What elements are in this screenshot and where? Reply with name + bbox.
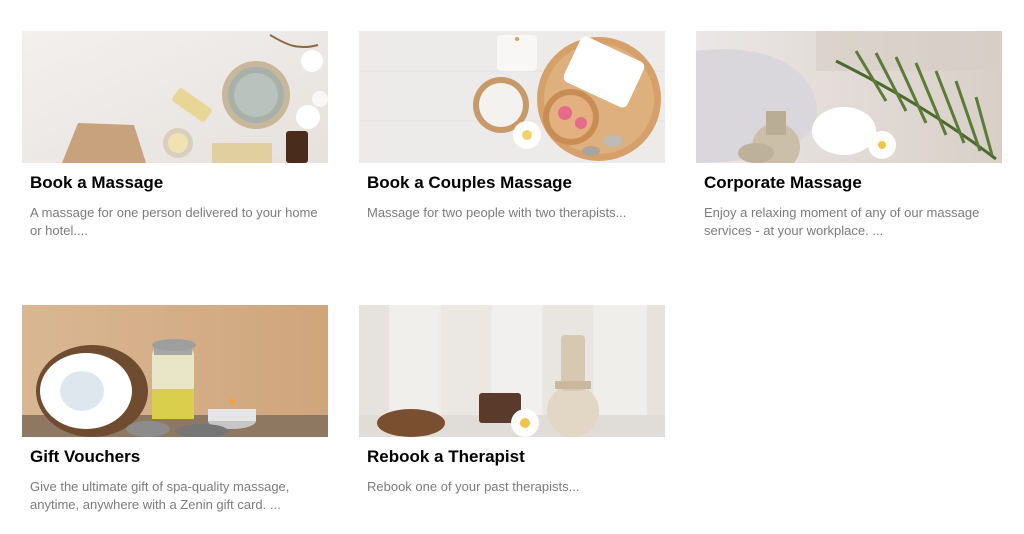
spa-towel-palm-image[interactable] — [696, 31, 1002, 163]
service-card-book-massage[interactable]: Book a Massage A massage for one person … — [22, 31, 328, 240]
herbal-compress-image[interactable] — [359, 305, 665, 437]
service-description: Massage for two people with two therapis… — [367, 205, 627, 220]
service-title[interactable]: Book a Massage — [30, 173, 328, 193]
service-description: Enjoy a relaxing moment of any of our ma… — [704, 205, 980, 238]
service-description: Give the ultimate gift of spa-quality ma… — [30, 479, 290, 512]
service-card-corporate-massage[interactable]: Corporate Massage Enjoy a relaxing momen… — [696, 31, 1002, 240]
service-card-couples-massage[interactable]: Book a Couples Massage Massage for two p… — [359, 31, 665, 222]
service-title[interactable]: Gift Vouchers — [30, 447, 328, 467]
massage-essentials-image[interactable] — [22, 31, 328, 163]
service-description: A massage for one person delivered to yo… — [30, 205, 318, 238]
coconut-oil-candle-image[interactable] — [22, 305, 328, 437]
service-card-rebook-therapist[interactable]: Rebook a Therapist Rebook one of your pa… — [359, 305, 665, 496]
service-title[interactable]: Rebook a Therapist — [367, 447, 665, 467]
service-title[interactable]: Corporate Massage — [704, 173, 1002, 193]
service-description: Rebook one of your past therapists... — [367, 479, 580, 494]
service-title[interactable]: Book a Couples Massage — [367, 173, 665, 193]
couples-spa-tray-image[interactable] — [359, 31, 665, 163]
service-card-gift-vouchers[interactable]: Gift Vouchers Give the ultimate gift of … — [22, 305, 328, 514]
